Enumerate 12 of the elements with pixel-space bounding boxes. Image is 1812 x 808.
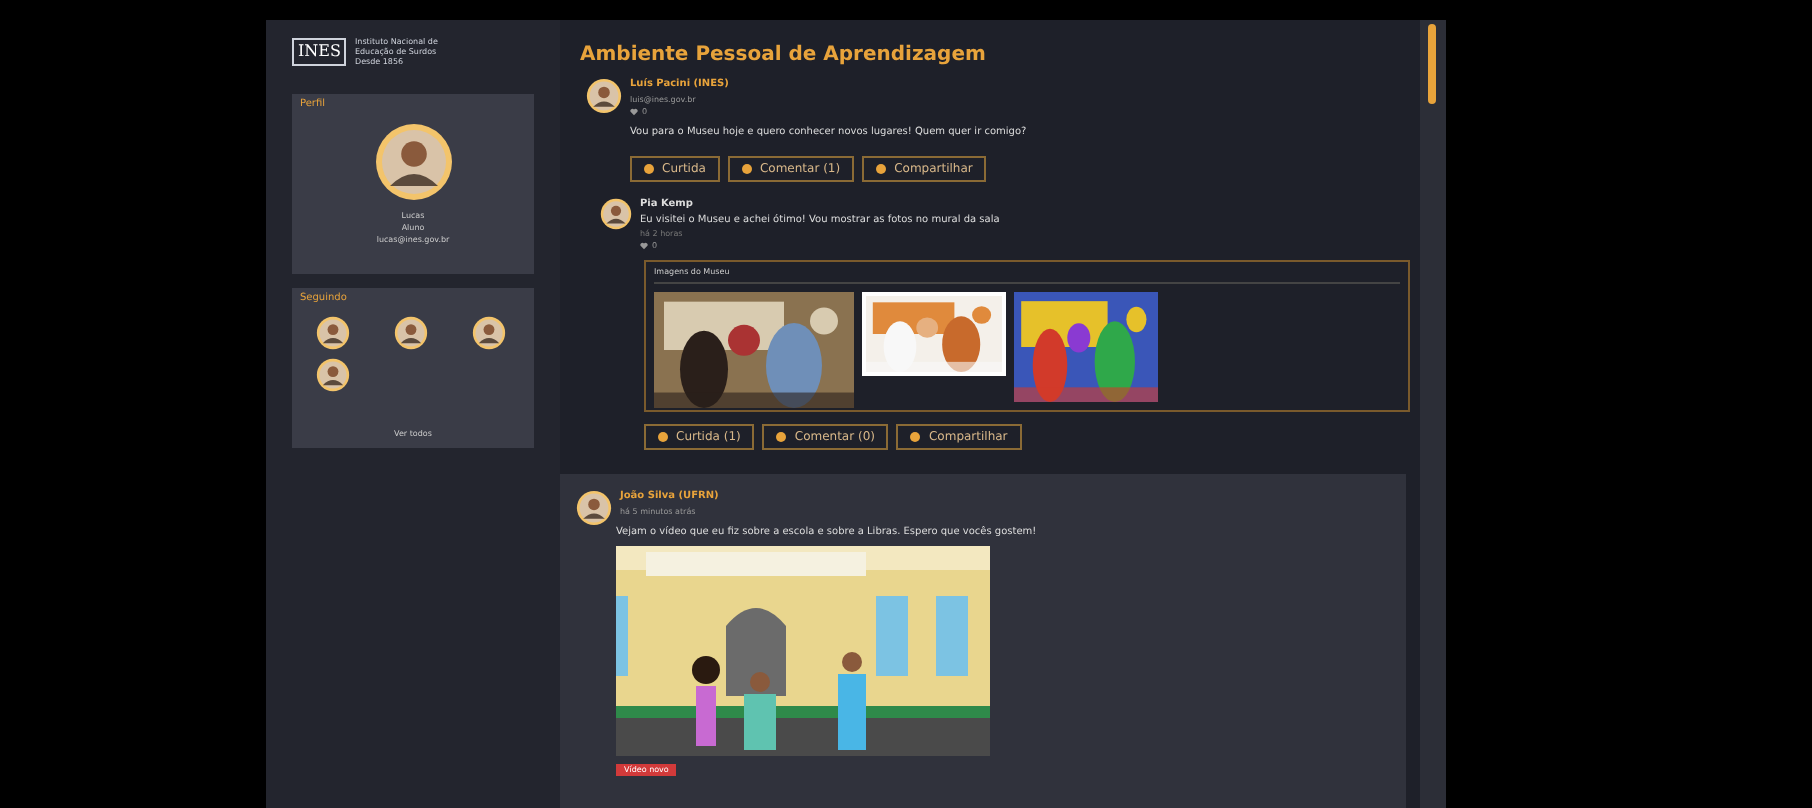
avatar — [586, 78, 622, 114]
friend-avatar — [472, 315, 506, 349]
avatar — [600, 198, 632, 230]
page-title: Ambiente Pessoal de Aprendizagem — [578, 42, 988, 70]
heart-icon — [630, 107, 638, 115]
heart-icon — [640, 242, 648, 250]
logo: INES — [292, 37, 347, 65]
profile-avatar — [373, 121, 453, 201]
friend-avatar — [316, 315, 350, 349]
friend-avatar — [394, 315, 428, 349]
friend-avatar — [316, 357, 350, 391]
avatar — [576, 490, 612, 526]
